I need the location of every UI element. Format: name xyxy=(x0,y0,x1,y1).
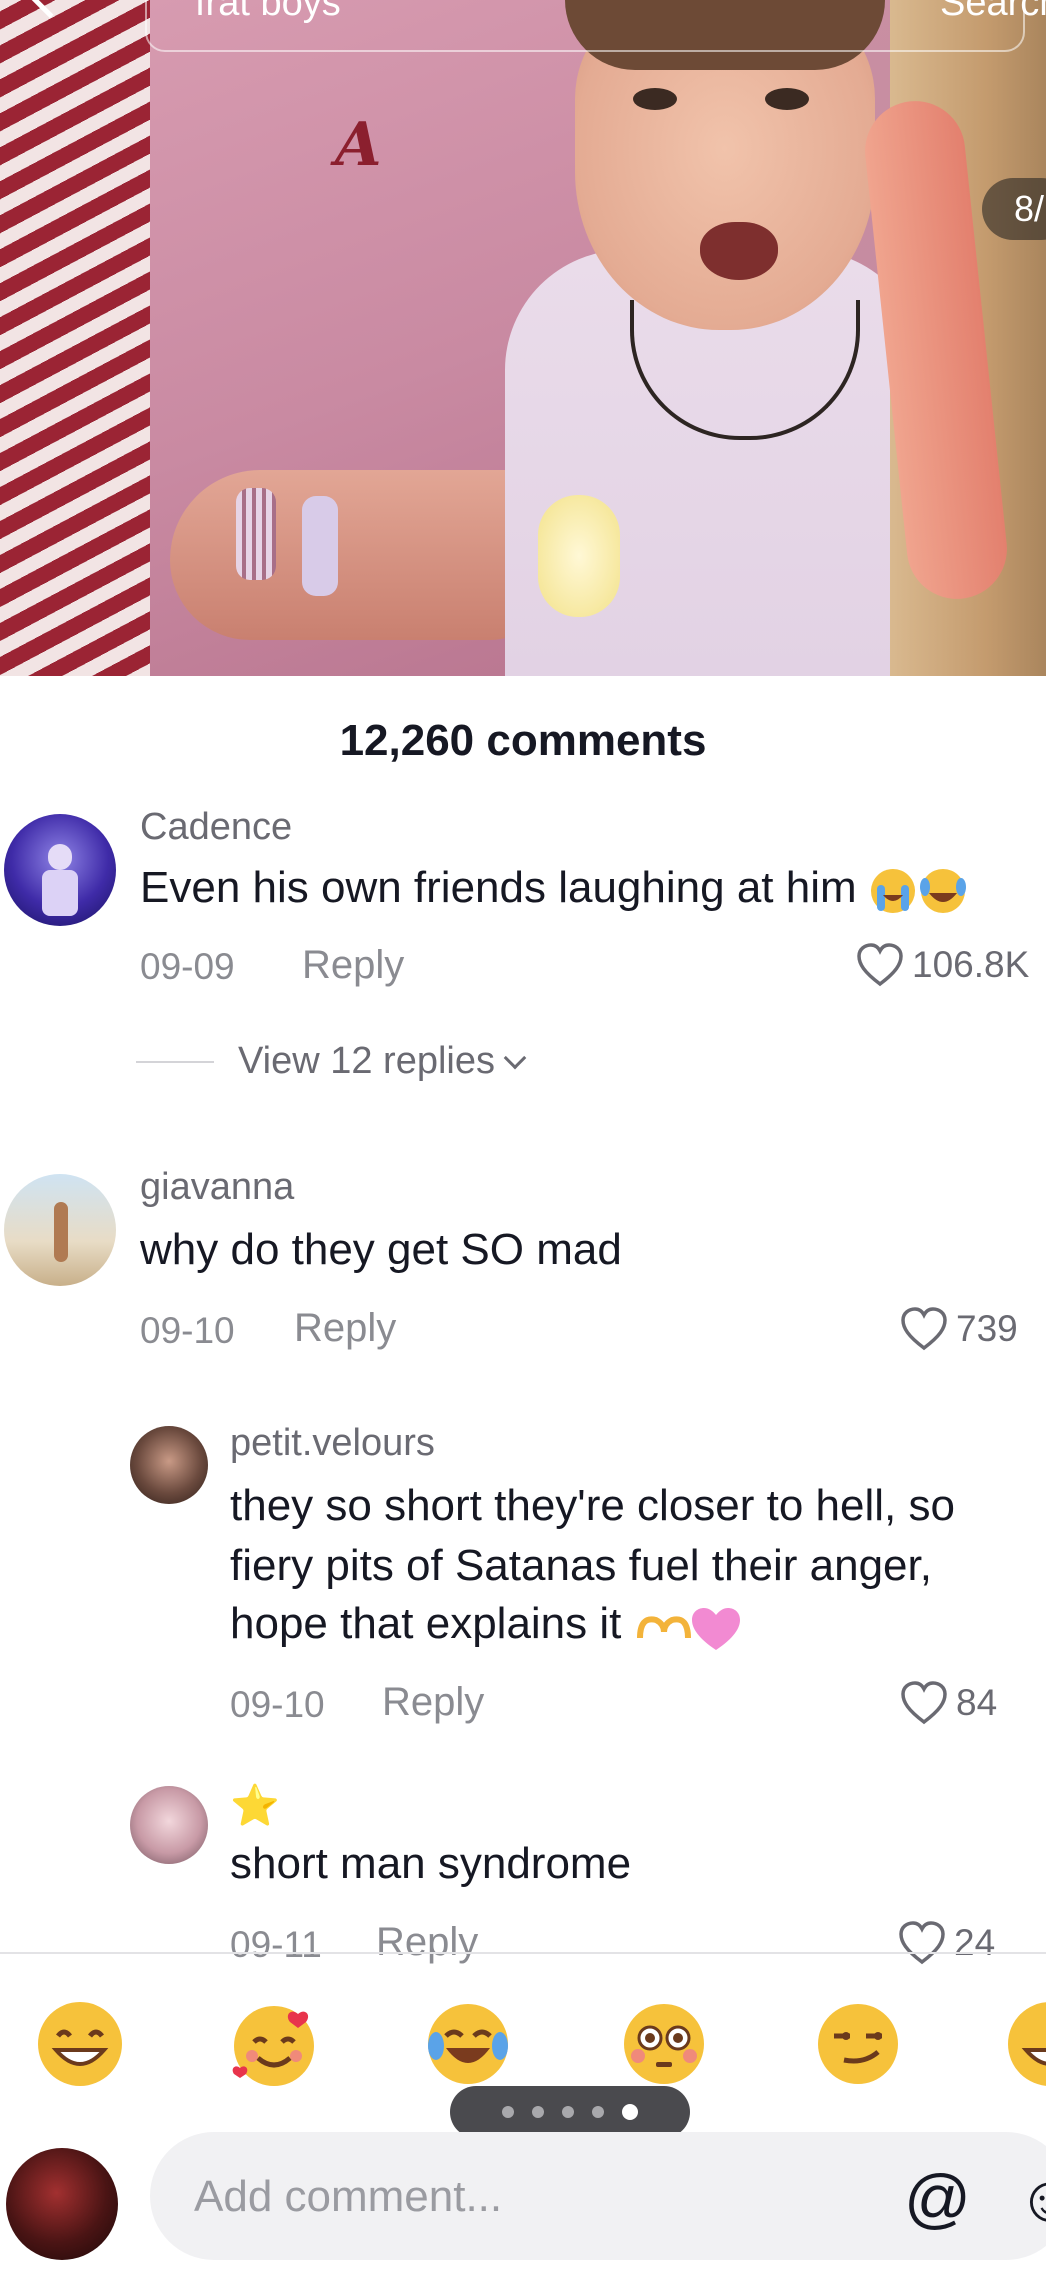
grinning-face-emoji-icon[interactable] xyxy=(1004,1998,1046,2090)
tears-of-joy-emoji-icon[interactable] xyxy=(422,1998,514,2090)
eye xyxy=(765,88,809,110)
like-count: 739 xyxy=(956,1308,1018,1349)
smirking-face-emoji-icon[interactable] xyxy=(812,1998,904,2090)
comment-text-body: Even his own friends laughing at him xyxy=(140,863,857,912)
name-sticker xyxy=(538,495,620,617)
page-dot xyxy=(532,2106,544,2118)
reply-text-line: they so short they're closer to hell, so xyxy=(230,1481,955,1530)
grinning-face-emoji-icon[interactable] xyxy=(34,1998,126,2090)
view-replies-label: View 12 replies xyxy=(238,1040,496,1082)
search-button[interactable]: Search xyxy=(940,0,1046,25)
like-button[interactable]: 84 xyxy=(900,1680,997,1726)
comment-text: Even his own friends laughing at him xyxy=(140,858,973,917)
wristband xyxy=(302,496,338,596)
heart-hands-pink-heart-emoji-icon xyxy=(636,1608,740,1651)
comment-input[interactable]: Add comment... xyxy=(194,2172,502,2222)
reply-button[interactable]: Reply xyxy=(382,1680,484,1725)
avatar[interactable] xyxy=(4,1174,116,1286)
reply-username[interactable]: petit.velours xyxy=(230,1422,435,1465)
search-query[interactable]: frat boys xyxy=(195,0,341,25)
reply-date: 09-10 xyxy=(230,1684,325,1725)
reply-button[interactable]: Reply xyxy=(294,1306,396,1351)
reply-username[interactable]: ⭐ xyxy=(230,1782,280,1829)
page-dot-active xyxy=(622,2104,638,2120)
like-button[interactable]: 24 xyxy=(898,1920,995,1966)
chevron-down-icon xyxy=(503,1046,527,1069)
open-mouth xyxy=(700,222,778,280)
like-button[interactable]: 739 xyxy=(900,1306,1018,1352)
page-dot xyxy=(562,2106,574,2118)
reply-button[interactable]: Reply xyxy=(376,1920,478,1965)
comments-count: 12,260 comments xyxy=(339,716,707,765)
person-silhouette-icon xyxy=(42,844,78,916)
comment-text: why do they get SO mad xyxy=(140,1225,622,1274)
view-replies-button[interactable]: View 12 replies xyxy=(136,1040,527,1083)
crying-laughing-emoji-icon xyxy=(870,869,966,914)
my-avatar[interactable] xyxy=(6,2148,118,2260)
heart-icon xyxy=(901,1681,947,1725)
avatar[interactable] xyxy=(130,1786,208,1864)
reply-text-line: fiery pits of Satanas fuel their anger, xyxy=(230,1541,932,1590)
comment-date: 09-10 xyxy=(140,1310,235,1351)
like-count: 106.8K xyxy=(912,944,1030,985)
reply-text-body: hope that explains it xyxy=(230,1599,622,1648)
heart-icon xyxy=(857,943,903,987)
emoji-icon[interactable]: ☺ xyxy=(1016,2160,1046,2236)
eye xyxy=(633,88,677,110)
like-count: 24 xyxy=(954,1922,996,1963)
divider-line xyxy=(136,1060,214,1063)
like-button[interactable]: 106.8K xyxy=(856,942,1029,988)
comment-date: 09-09 xyxy=(140,946,235,987)
alabama-logo: A xyxy=(335,110,382,180)
person-silhouette-icon xyxy=(54,1202,68,1262)
page-indicator: 8/ xyxy=(982,178,1046,240)
avatar[interactable] xyxy=(4,814,116,926)
comment-username[interactable]: Cadence xyxy=(140,806,292,849)
reply-date: 09-11 xyxy=(230,1924,322,1965)
video-frame[interactable]: A frat boys Search 8/ xyxy=(0,0,1046,676)
comment-username[interactable]: giavanna xyxy=(140,1166,294,1209)
arm xyxy=(170,470,550,640)
wristband xyxy=(236,488,276,580)
mention-at-icon[interactable]: @ xyxy=(904,2160,971,2236)
reply-text: short man syndrome xyxy=(230,1839,632,1888)
heart-icon xyxy=(899,1921,945,1965)
reply-text-line: hope that explains it xyxy=(230,1594,744,1654)
smiling-face-with-hearts-emoji-icon[interactable] xyxy=(228,1998,320,2090)
like-count: 84 xyxy=(956,1682,998,1723)
bottom-divider xyxy=(0,1952,1046,1954)
page-dot xyxy=(592,2106,604,2118)
reply-button[interactable]: Reply xyxy=(302,943,404,988)
heart-icon xyxy=(901,1307,947,1351)
page-dots xyxy=(450,2086,690,2138)
avatar[interactable] xyxy=(130,1426,208,1504)
page-dot xyxy=(502,2106,514,2118)
flushed-face-emoji-icon[interactable] xyxy=(618,1998,710,2090)
